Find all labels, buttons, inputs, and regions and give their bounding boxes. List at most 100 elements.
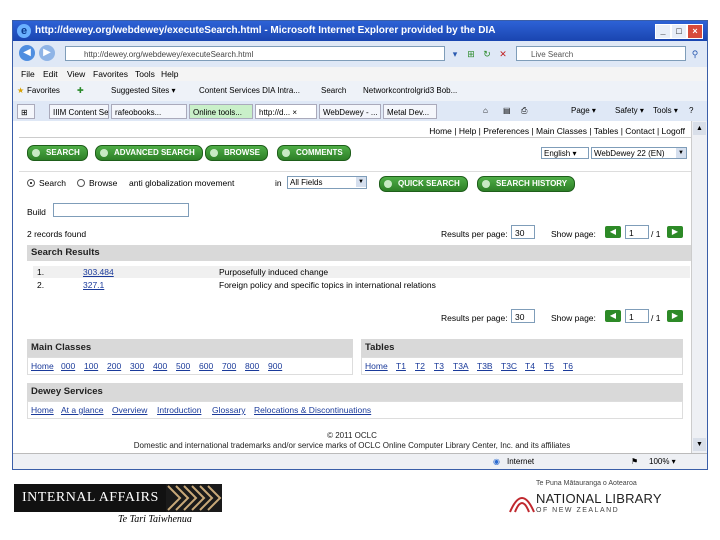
vertical-scrollbar[interactable]: ▲ ▼: [691, 121, 707, 453]
results-per-page-input-bottom[interactable]: 30: [511, 309, 535, 323]
national-library-text: NATIONAL LIBRARY: [536, 491, 662, 506]
prev-page-icon[interactable]: ◀: [605, 226, 621, 238]
prev-page-icon[interactable]: ◀: [605, 310, 621, 322]
build-input[interactable]: [53, 203, 189, 217]
ds-relocations[interactable]: Relocations & Discontinuations: [254, 405, 371, 415]
zoom-level[interactable]: 100% ▾: [649, 457, 676, 466]
browse-button[interactable]: BROWSE: [205, 145, 268, 161]
mc-700[interactable]: 700: [222, 361, 236, 371]
safety-menu[interactable]: Safety ▾: [615, 106, 644, 115]
forward-icon[interactable]: ▶: [39, 45, 55, 61]
advanced-search-button[interactable]: ADVANCED SEARCH: [95, 145, 203, 161]
tbl-t5[interactable]: T5: [544, 361, 554, 371]
tbl-t3c[interactable]: T3C: [501, 361, 517, 371]
menu-tools[interactable]: Tools: [135, 69, 155, 79]
tab-list-icon[interactable]: ⊞: [17, 104, 35, 119]
menu-favorites[interactable]: Favorites: [93, 69, 128, 79]
result-caption: Purposefully induced change: [219, 267, 329, 277]
back-icon[interactable]: ◀: [19, 45, 35, 61]
mc-500[interactable]: 500: [176, 361, 190, 371]
menu-view[interactable]: View: [67, 69, 85, 79]
ds-overview[interactable]: Overview: [112, 405, 147, 415]
stop-icon[interactable]: ✕: [497, 48, 509, 60]
tab-dewey-current[interactable]: http://d... ×: [255, 104, 317, 119]
ds-introduction[interactable]: Introduction: [157, 405, 201, 415]
quick-search-button[interactable]: QUICK SEARCH: [379, 176, 468, 192]
mc-900[interactable]: 900: [268, 361, 282, 371]
tools-menu[interactable]: Tools ▾: [653, 106, 678, 115]
tab-content-services[interactable]: IIIM Content Se...: [49, 104, 109, 119]
mc-100[interactable]: 100: [84, 361, 98, 371]
search-query-input[interactable]: anti globalization movement: [125, 175, 271, 189]
ds-at-a-glance[interactable]: At a glance: [61, 405, 104, 415]
language-select[interactable]: English ▾: [541, 147, 589, 159]
help-icon[interactable]: ?: [689, 106, 693, 115]
result-code-link[interactable]: 303.484: [83, 266, 114, 278]
tab-webdewey[interactable]: WebDewey - ...: [319, 104, 381, 119]
tbl-t3[interactable]: T3: [434, 361, 444, 371]
next-page-icon[interactable]: ▶: [667, 310, 683, 322]
tbl-t3b[interactable]: T3B: [477, 361, 493, 371]
title-bar: e http://dewey.org/webdewey/executeSearc…: [13, 21, 707, 41]
favorites-button[interactable]: Favorites: [27, 86, 60, 95]
fav-content-services[interactable]: Content Services DIA Intra...: [199, 86, 300, 95]
mc-400[interactable]: 400: [153, 361, 167, 371]
mc-000[interactable]: 000: [61, 361, 75, 371]
compatibility-icon[interactable]: ⊞: [465, 48, 477, 60]
tbl-t4[interactable]: T4: [525, 361, 535, 371]
menu-file[interactable]: File: [21, 69, 35, 79]
search-history-button[interactable]: SEARCH HISTORY: [477, 176, 576, 192]
add-favorite-icon[interactable]: ✚: [77, 86, 84, 95]
live-search-input[interactable]: Live Search: [516, 46, 686, 61]
tbl-t6[interactable]: T6: [563, 361, 573, 371]
mc-600[interactable]: 600: [199, 361, 213, 371]
fav-search[interactable]: Search: [321, 86, 346, 95]
tab-metal-dev[interactable]: Metal Dev...: [383, 104, 437, 119]
url-input[interactable]: http://dewey.org/webdewey/executeSearch.…: [65, 46, 445, 61]
tbl-t3a[interactable]: T3A: [453, 361, 469, 371]
favorites-star-icon[interactable]: ★: [17, 86, 24, 95]
tables-header: Tables: [361, 339, 683, 357]
ds-glossary[interactable]: Glossary: [212, 405, 246, 415]
home-icon[interactable]: ⌂: [483, 106, 488, 115]
next-page-icon[interactable]: ▶: [667, 226, 683, 238]
close-button[interactable]: ×: [687, 24, 703, 39]
search-icon[interactable]: ⚲: [689, 48, 701, 60]
field-select[interactable]: All Fields ▼: [287, 176, 367, 189]
fav-networkcontrol[interactable]: Networkcontrolgrid3 Bob...: [363, 86, 457, 95]
mc-300[interactable]: 300: [130, 361, 144, 371]
scroll-down-icon[interactable]: ▼: [693, 438, 706, 451]
results-per-page-input[interactable]: 30: [511, 225, 535, 239]
menu-help[interactable]: Help: [161, 69, 178, 79]
print-icon[interactable]: ⎙: [521, 106, 527, 116]
search-button[interactable]: SEARCH: [27, 145, 88, 161]
comments-button[interactable]: COMMENTS: [277, 145, 351, 161]
tbl-home[interactable]: Home: [365, 361, 388, 371]
result-code-link[interactable]: 327.1: [83, 279, 104, 291]
table-row: 2. 327.1 Foreign policy and specific top…: [33, 279, 690, 291]
tab-online-tools[interactable]: Online tools...: [189, 104, 253, 119]
mc-800[interactable]: 800: [245, 361, 259, 371]
page-input-bottom[interactable]: 1: [625, 309, 649, 323]
scroll-up-icon[interactable]: ▲: [693, 122, 706, 135]
ds-home[interactable]: Home: [31, 405, 54, 415]
tbl-t2[interactable]: T2: [415, 361, 425, 371]
feeds-icon[interactable]: ▤: [503, 106, 511, 115]
search-radio[interactable]: [27, 179, 35, 187]
page-input[interactable]: 1: [625, 225, 649, 239]
minimize-button[interactable]: _: [655, 24, 671, 39]
mc-200[interactable]: 200: [107, 361, 121, 371]
tbl-t1[interactable]: T1: [396, 361, 406, 371]
maximize-button[interactable]: □: [671, 24, 687, 39]
top-links[interactable]: Home | Help | Preferences | Main Classes…: [429, 126, 685, 136]
menu-edit[interactable]: Edit: [43, 69, 58, 79]
dropdown-arrow-icon[interactable]: ▾: [449, 48, 461, 60]
dewey-services-header: Dewey Services: [27, 383, 683, 401]
page-menu[interactable]: Page ▾: [571, 106, 596, 115]
mc-home[interactable]: Home: [31, 361, 54, 371]
tab-rafeobooks[interactable]: rafeobooks...: [111, 104, 187, 119]
edition-select[interactable]: WebDewey 22 (EN) ▼: [591, 147, 687, 159]
refresh-icon[interactable]: ↻: [481, 48, 493, 60]
fav-suggested-sites[interactable]: Suggested Sites ▾: [111, 86, 176, 95]
browse-radio[interactable]: [77, 179, 85, 187]
